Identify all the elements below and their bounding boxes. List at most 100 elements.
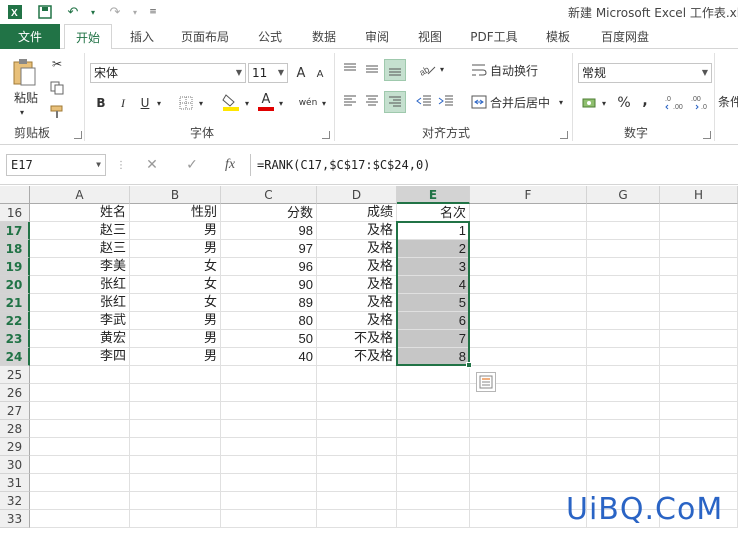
cell-c33[interactable] [221,510,317,528]
cell-e26[interactable] [397,384,470,402]
cell-a16[interactable]: 姓名 [30,204,130,222]
row-header-21[interactable]: 21 [0,294,30,312]
cell-a26[interactable] [30,384,130,402]
number-format-select[interactable]: 常规 ▼ [578,63,712,83]
cell-e33[interactable] [397,510,470,528]
clipboard-launcher-icon[interactable] [74,131,82,139]
row-header-33[interactable]: 33 [0,510,30,528]
cell-b29[interactable] [130,438,221,456]
row-header-26[interactable]: 26 [0,384,30,402]
cell-e19[interactable]: 3 [397,258,470,276]
orientation-dropdown-icon[interactable]: ▾ [438,59,446,79]
cell-f30[interactable] [470,456,587,474]
paste-dropdown-icon[interactable]: ▾ [12,107,32,117]
cell-d32[interactable] [317,492,397,510]
cell-a24[interactable]: 李四 [30,348,130,366]
cell-f16[interactable] [470,204,587,222]
row-header-29[interactable]: 29 [0,438,30,456]
cell-g20[interactable] [587,276,660,294]
cell-b24[interactable]: 男 [130,348,221,366]
font-name-select[interactable]: 宋体 ▼ [90,63,246,83]
cell-f22[interactable] [470,312,587,330]
accounting-format-icon[interactable] [580,93,600,113]
cell-f18[interactable] [470,240,587,258]
cell-a17[interactable]: 赵三 [30,222,130,240]
cell-b17[interactable]: 男 [130,222,221,240]
tab-file[interactable]: 文件 [0,24,60,49]
cell-h23[interactable] [660,330,738,348]
tab-formulas[interactable]: 公式 [248,24,292,49]
cell-c32[interactable] [221,492,317,510]
tab-view[interactable]: 视图 [408,24,452,49]
cell-d19[interactable]: 及格 [317,258,397,276]
row-header-30[interactable]: 30 [0,456,30,474]
underline-button[interactable]: U [136,93,154,113]
name-box[interactable]: E17 ▼ [6,154,106,176]
cell-d22[interactable]: 及格 [317,312,397,330]
cell-h27[interactable] [660,402,738,420]
row-header-31[interactable]: 31 [0,474,30,492]
cell-d23[interactable]: 不及格 [317,330,397,348]
cell-d28[interactable] [317,420,397,438]
cell-d17[interactable]: 及格 [317,222,397,240]
cell-c27[interactable] [221,402,317,420]
cell-e28[interactable] [397,420,470,438]
align-middle-icon[interactable] [362,59,382,79]
wrap-text-icon[interactable] [468,59,490,81]
cell-h26[interactable] [660,384,738,402]
cell-c19[interactable]: 96 [221,258,317,276]
row-header-27[interactable]: 27 [0,402,30,420]
customize-toolbar-icon[interactable]: ≡ [144,3,162,21]
cell-b16[interactable]: 性别 [130,204,221,222]
tab-insert[interactable]: 插入 [120,24,164,49]
cell-f27[interactable] [470,402,587,420]
row-header-28[interactable]: 28 [0,420,30,438]
cell-a31[interactable] [30,474,130,492]
cell-c26[interactable] [221,384,317,402]
cell-h30[interactable] [660,456,738,474]
cell-g30[interactable] [587,456,660,474]
wrap-text-button[interactable]: 自动换行 [490,59,548,81]
cell-h25[interactable] [660,366,738,384]
tab-page-layout[interactable]: 页面布局 [172,24,238,49]
cell-a25[interactable] [30,366,130,384]
italic-button[interactable]: I [114,93,132,113]
cell-a32[interactable] [30,492,130,510]
cell-b25[interactable] [130,366,221,384]
column-header-a[interactable]: A [30,186,130,204]
conditional-formatting-button[interactable]: 条件 [718,93,738,109]
shrink-font-button[interactable]: A [312,65,328,83]
cell-d30[interactable] [317,456,397,474]
cell-a21[interactable]: 张红 [30,294,130,312]
row-header-16[interactable]: 16 [0,204,30,222]
cell-g31[interactable] [587,474,660,492]
increase-decimal-icon[interactable]: .0.00 [664,91,686,113]
cell-h31[interactable] [660,474,738,492]
cell-h21[interactable] [660,294,738,312]
cell-g19[interactable] [587,258,660,276]
paste-button[interactable]: 粘贴 [8,89,44,105]
cell-c31[interactable] [221,474,317,492]
font-color-dropdown-icon[interactable]: ▾ [276,93,286,113]
align-left-icon[interactable] [340,91,360,111]
cell-f17[interactable] [470,222,587,240]
cell-b32[interactable] [130,492,221,510]
merge-center-button[interactable]: 合并后居中 [490,91,556,113]
cell-c25[interactable] [221,366,317,384]
cell-h22[interactable] [660,312,738,330]
cell-b20[interactable]: 女 [130,276,221,294]
cell-h28[interactable] [660,420,738,438]
cell-e27[interactable] [397,402,470,420]
cell-g16[interactable] [587,204,660,222]
cancel-icon[interactable]: ✕ [140,154,164,176]
cell-b28[interactable] [130,420,221,438]
spreadsheet-grid[interactable]: A B C D E F G H 16 姓名 性别 分数 成绩 名次 17 赵三男 98 及格 1 18 赵三男 97 及格 2… [0,186,738,534]
formula-bar-handle-icon[interactable]: ⋮ [114,154,128,176]
cell-c20[interactable]: 90 [221,276,317,294]
insert-function-button[interactable]: fx [218,154,242,176]
borders-icon[interactable] [176,93,196,113]
cell-c22[interactable]: 80 [221,312,317,330]
cell-g21[interactable] [587,294,660,312]
cell-a18[interactable]: 赵三 [30,240,130,258]
row-header-17[interactable]: 17 [0,222,30,240]
